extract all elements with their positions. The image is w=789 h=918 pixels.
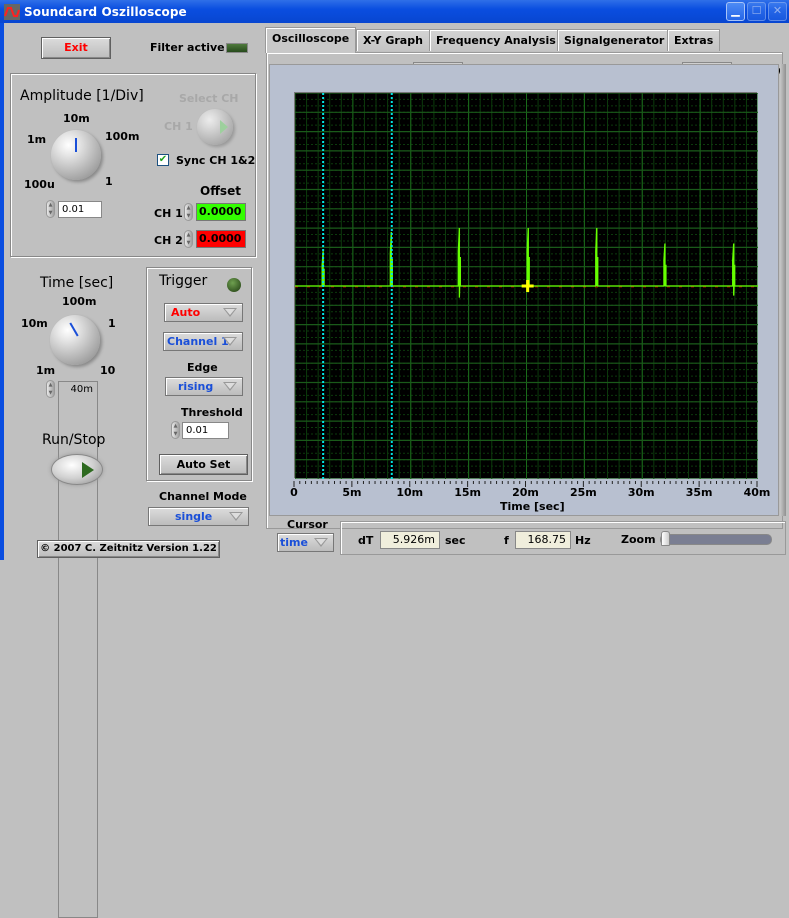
x-tick-label: 35m xyxy=(685,486,713,499)
x-tick-label: 30m xyxy=(627,486,655,499)
x-axis xyxy=(293,481,758,487)
f-unit: Hz xyxy=(575,534,591,547)
zoom-label: Zoom xyxy=(621,533,656,546)
x-axis-title: Time [sec] xyxy=(500,500,565,513)
x-tick-label: 10m xyxy=(396,486,424,499)
dt-label: dT xyxy=(358,534,374,547)
x-tick-label: 0 xyxy=(290,486,298,499)
f-label: f xyxy=(504,534,509,547)
cursor-mode-value: time xyxy=(280,536,308,549)
zoom-slider[interactable] xyxy=(660,531,772,546)
dt-field: 5.926m xyxy=(380,531,440,549)
tab-oscilloscope[interactable]: Oscilloscope xyxy=(265,27,357,53)
zoom-slider-thumb[interactable] xyxy=(661,531,670,546)
chevron-down-icon xyxy=(314,538,328,547)
x-tick-label: 20m xyxy=(512,486,539,499)
x-tick-label: 25m xyxy=(569,486,597,499)
cursor-label: Cursor xyxy=(287,518,328,531)
dt-unit: sec xyxy=(445,534,466,547)
x-tick-label: 15m xyxy=(454,486,482,499)
x-tick-label: 40m xyxy=(743,486,771,499)
f-field: 168.75 xyxy=(515,531,571,549)
cursor-dropdown[interactable]: time xyxy=(277,533,334,552)
x-tick-label: 5m xyxy=(342,486,362,499)
